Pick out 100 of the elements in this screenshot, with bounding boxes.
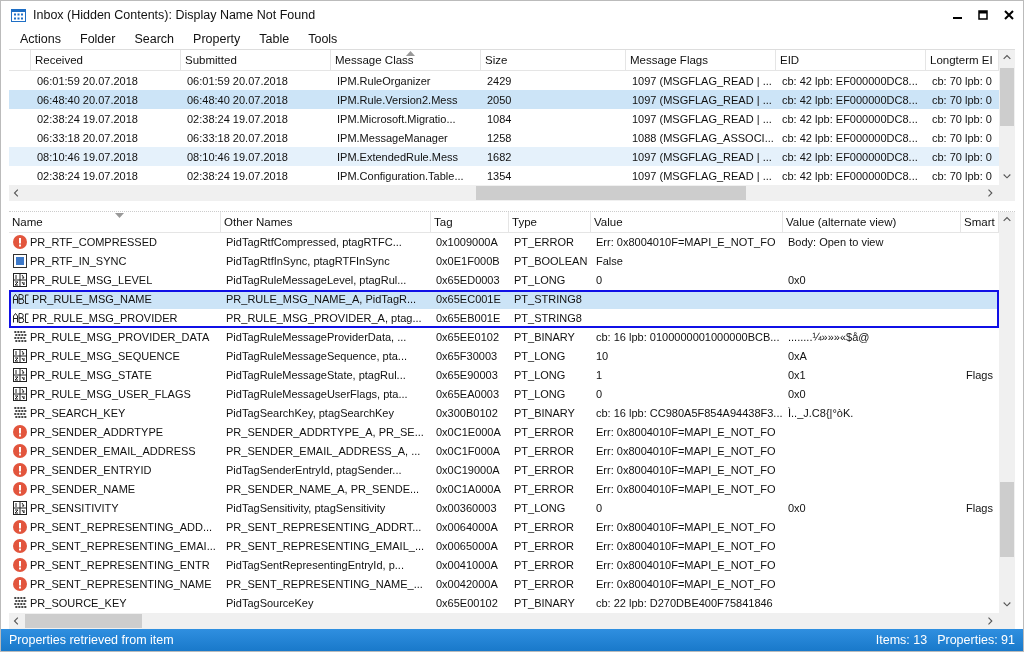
table-cell: 0 bbox=[596, 502, 603, 514]
property-row[interactable]: PR_SENDER_ADDRTYPE PR_SENDER_ADDRTYPE_A, PR_SE... 0x0C1E000A PT_ERROR Err: 0x8004010F=MAPI_E_NOT_FO bbox=[9, 422, 999, 442]
message-row[interactable]: 02:38:24 19.07.2018 02:38:24 19.07.2018 IPM.Microsoft.Migratio... 1084 1097 (MSGFLAG_READ | ... cb: 42 lpb: EF000000DC8... cb: 70 lpb: 0 bbox=[9, 109, 999, 129]
property-row[interactable]: PR_RULE_MSG_SEQUENCE PidTagRuleMessageSequence, pta... 0x65F30003 PT_LONG 10 0xA bbox=[9, 346, 999, 366]
table-cell: PT_LONG bbox=[514, 388, 566, 400]
table-cell: PT_LONG bbox=[514, 502, 566, 514]
column-header[interactable]: EID bbox=[776, 50, 926, 71]
scroll-thumb[interactable] bbox=[476, 186, 746, 201]
table-cell: 0x65E90003 bbox=[436, 369, 498, 381]
table-cell: PR_RULE_MSG_USER_FLAGS bbox=[30, 388, 191, 400]
property-row[interactable]: PR_SENT_REPRESENTING_ADD... PR_SENT_REPRESENTING_ADDRT... 0x0064000A PT_ERROR Err: 0x8004010F=MAPI_E_NOT_FO bbox=[9, 517, 999, 537]
binary-dots-icon bbox=[13, 330, 27, 344]
error-icon bbox=[13, 235, 27, 249]
column-header[interactable]: Message Class bbox=[331, 50, 481, 71]
table-cell: 0x300B0102 bbox=[436, 407, 498, 419]
property-row[interactable]: PR_RULE_MSG_STATE PidTagRuleMessageState, ptagRul... 0x65E90003 PT_LONG 1 0x1 Flags bbox=[9, 365, 999, 385]
property-row[interactable]: PR_RULE_MSG_PROVIDER_DATA PidTagRuleMessageProviderData, ... 0x65EE0102 PT_BINARY cb: 16 lpb: 0100000001000000BCB... ........¼»»»«$å@ bbox=[9, 327, 999, 347]
column-header[interactable]: Type bbox=[509, 211, 591, 232]
property-row[interactable]: PR_SENDER_NAME PR_SENDER_NAME_A, PR_SENDE... 0x0C1A000A PT_ERROR Err: 0x8004010F=MAPI_E_NOT_FO bbox=[9, 479, 999, 499]
table-cell-text: 02:38:24 19.07.2018 bbox=[186, 112, 289, 125]
table-cell-text: 1097 (MSGFLAG_READ | ... bbox=[631, 112, 773, 125]
table-cell: PR_SENT_REPRESENTING_EMAIL_... bbox=[226, 540, 425, 552]
table-cell: 0x65EE0102 bbox=[436, 331, 499, 343]
table-cell-text: 06:01:59 20.07.2018 bbox=[36, 74, 139, 87]
table-cell: PT_ERROR bbox=[514, 483, 574, 495]
property-row[interactable]: PR_SENT_REPRESENTING_EMAI... PR_SENT_REPRESENTING_EMAIL_... 0x0065000A PT_ERROR Err: 0x8004010F=MAPI_E_NOT_FO bbox=[9, 536, 999, 556]
property-row[interactable]: PR_SENDER_ENTRYID PidTagSenderEntryId, ptagSender... 0x0C19000A PT_ERROR Err: 0x8004010F=MAPI_E_NOT_FO bbox=[9, 460, 999, 480]
message-row[interactable]: 06:33:18 20.07.2018 06:33:18 20.07.2018 IPM.MessageManager 1258 1088 (MSGFLAG_ASSOCI... cb: 42 lpb: EF000000DC8... cb: 70 lpb: 0 bbox=[9, 128, 999, 148]
property-row[interactable]: PR_SENT_REPRESENTING_NAME PR_SENT_REPRESENTING_NAME_... 0x0042000A PT_ERROR Err: 0x8004010F=MAPI_E_NOT_FO bbox=[9, 574, 999, 594]
column-header[interactable]: Value (alternate view) bbox=[783, 211, 961, 232]
property-row[interactable]: PR_SENT_REPRESENTING_ENTR PidTagSentRepresentingEntryId, p... 0x0041000A PT_ERROR Err: 0x8004010F=MAPI_E_NOT_FO bbox=[9, 555, 999, 575]
menu-item[interactable]: Search bbox=[134, 31, 194, 48]
table-cell-text: 1354 bbox=[486, 169, 513, 182]
table-cell-text: IPM.Configuration.Table... bbox=[336, 169, 465, 182]
property-row[interactable]: PR_RULE_MSG_PROVIDER PR_RULE_MSG_PROVIDER_A, ptag... 0x65EB001E PT_STRING8 bbox=[9, 308, 999, 328]
property-row[interactable]: PR_RULE_MSG_USER_FLAGS PidTagRuleMessageUserFlags, pta... 0x65EA0003 PT_LONG 0 0x0 bbox=[9, 384, 999, 404]
table-cell: 0x0 bbox=[788, 388, 806, 400]
table-cell-text: cb: 70 lpb: 0 bbox=[931, 112, 993, 125]
table-cell: PR_SENT_REPRESENTING_NAME_... bbox=[226, 578, 423, 590]
message-row[interactable]: 02:38:24 19.07.2018 02:38:24 19.07.2018 IPM.Configuration.Table... 1354 1097 (MSGFLAG_READ | ... cb: 42 lpb: EF000000DC8... cb: 70 lpb: 0 bbox=[9, 166, 999, 186]
menu-item[interactable]: Tools bbox=[308, 31, 357, 48]
table-cell: cb: 16 lpb: 0100000001000000BCB... bbox=[596, 331, 780, 343]
table-cell: PT_ERROR bbox=[514, 521, 574, 533]
table-cell-text: 02:38:24 19.07.2018 bbox=[186, 169, 289, 182]
menu-item[interactable]: Actions bbox=[20, 31, 80, 48]
table-cell-text: cb: 42 lpb: EF000000DC8... bbox=[781, 131, 919, 144]
table-cell: PR_SENDER_NAME bbox=[30, 483, 136, 495]
column-header[interactable]: Tag bbox=[431, 211, 509, 232]
menu-item[interactable]: Folder bbox=[80, 31, 135, 48]
scroll-thumb[interactable] bbox=[25, 613, 142, 628]
property-row[interactable]: PR_RTF_IN_SYNC PidTagRtfInSync, ptagRTFInSync 0x0E1F000B PT_BOOLEAN False bbox=[9, 251, 999, 271]
table-cell: Err: 0x8004010F=MAPI_E_NOT_FO bbox=[596, 578, 776, 590]
properties-count: Properties: 91 bbox=[937, 632, 1015, 647]
table-cell: Err: 0x8004010F=MAPI_E_NOT_FO bbox=[596, 521, 776, 533]
table-cell: 10 bbox=[596, 350, 609, 362]
horizontal-scrollbar[interactable] bbox=[9, 185, 1015, 202]
table-cell: cb: 22 lpb: D270DBE400F75841846 bbox=[596, 597, 773, 609]
column-header[interactable]: Value bbox=[591, 211, 783, 232]
table-cell: PR_SENT_REPRESENTING_ADDRT... bbox=[226, 521, 422, 533]
table-cell-text: cb: 42 lpb: EF000000DC8... bbox=[781, 112, 919, 125]
property-row[interactable]: PR_RTF_COMPRESSED PidTagRtfCompressed, ptagRTFC... 0x1009000A PT_ERROR Err: 0x8004010F=MAPI_E_NOT_FO Body: Open to view bbox=[9, 232, 999, 252]
column-header[interactable]: Message Flags bbox=[626, 50, 776, 71]
maximize-button[interactable] bbox=[977, 9, 989, 22]
column-header[interactable]: Name bbox=[9, 211, 221, 232]
scroll-thumb[interactable] bbox=[1000, 481, 1014, 557]
message-row[interactable]: 06:48:40 20.07.2018 06:48:40 20.07.2018 IPM.Rule.Version2.Mess 2050 1097 (MSGFLAG_READ | ... cb: 42 lpb: EF000000DC8... cb: 70 lpb: 0 bbox=[9, 90, 999, 110]
property-row[interactable]: PR_SEARCH_KEY PidTagSearchKey, ptagSearchKey 0x300B0102 PT_BINARY cb: 16 lpb: CC980A5F854A94438F3... Ì.._J.C8{|°òK. bbox=[9, 403, 999, 423]
column-header[interactable]: Size bbox=[481, 50, 626, 71]
number-grid-icon bbox=[13, 349, 27, 363]
table-cell-text: 1097 (MSGFLAG_READ | ... bbox=[631, 74, 773, 87]
column-header[interactable]: Received bbox=[31, 50, 181, 71]
property-row[interactable]: PR_RULE_MSG_LEVEL PidTagRuleMessageLevel, ptagRul... 0x65ED0003 PT_LONG 0 0x0 bbox=[9, 270, 999, 290]
column-header[interactable]: Submitted bbox=[181, 50, 331, 71]
vertical-scrollbar[interactable] bbox=[999, 50, 1015, 186]
horizontal-scrollbar[interactable] bbox=[9, 612, 1015, 629]
message-row[interactable]: 08:10:46 19.07.2018 08:10:46 19.07.2018 IPM.ExtendedRule.Mess 1682 1097 (MSGFLAG_READ | ... cb: 42 lpb: EF000000DC8... cb: 70 lpb: 0 bbox=[9, 147, 999, 167]
menu-item[interactable]: Table bbox=[259, 31, 309, 48]
close-button[interactable] bbox=[1003, 9, 1015, 22]
property-row[interactable]: PR_RULE_MSG_NAME PR_RULE_MSG_NAME_A, PidTagR... 0x65EC001E PT_STRING8 bbox=[9, 289, 999, 309]
property-row[interactable]: PR_SENSITIVITY PidTagSensitivity, ptagSensitivity 0x00360003 PT_LONG 0 0x0 Flags bbox=[9, 498, 999, 518]
table-cell-text: IPM.Rule.Version2.Mess bbox=[336, 93, 459, 106]
column-header[interactable]: Other Names bbox=[221, 211, 431, 232]
menu-item[interactable]: Property bbox=[193, 31, 260, 48]
scroll-thumb[interactable] bbox=[1000, 68, 1014, 127]
table-cell: PR_SENT_REPRESENTING_EMAI... bbox=[30, 540, 216, 552]
table-cell: PT_ERROR bbox=[514, 445, 574, 457]
table-cell: 0x65EA0003 bbox=[436, 388, 499, 400]
message-row[interactable]: 06:01:59 20.07.2018 06:01:59 20.07.2018 IPM.RuleOrganizer 2429 1097 (MSGFLAG_READ | ... cb: 42 lpb: EF000000DC8... cb: 70 lpb: 0 bbox=[9, 71, 999, 91]
table-cell: 0x0 bbox=[788, 502, 806, 514]
table-cell-text: IPM.MessageManager bbox=[336, 131, 449, 144]
vertical-scrollbar[interactable] bbox=[999, 211, 1015, 613]
table-cell: PR_SENSITIVITY bbox=[30, 502, 119, 514]
table-cell: 0x0042000A bbox=[436, 578, 498, 590]
property-row[interactable]: PR_SOURCE_KEY PidTagSourceKey 0x65E00102 PT_BINARY cb: 22 lpb: D270DBE400F75841846 bbox=[9, 593, 999, 613]
table-cell: 0xA bbox=[788, 350, 807, 362]
property-row[interactable]: PR_SENDER_EMAIL_ADDRESS PR_SENDER_EMAIL_ADDRESS_A, ... 0x0C1F000A PT_ERROR Err: 0x8004010F=MAPI_E_NOT_FO bbox=[9, 441, 999, 461]
checkbox-square-icon bbox=[13, 254, 27, 268]
table-cell: PR_RTF_COMPRESSED bbox=[30, 236, 157, 248]
table-cell: PR_SENDER_NAME_A, PR_SENDE... bbox=[226, 483, 420, 495]
abc-text-icon bbox=[13, 294, 29, 304]
